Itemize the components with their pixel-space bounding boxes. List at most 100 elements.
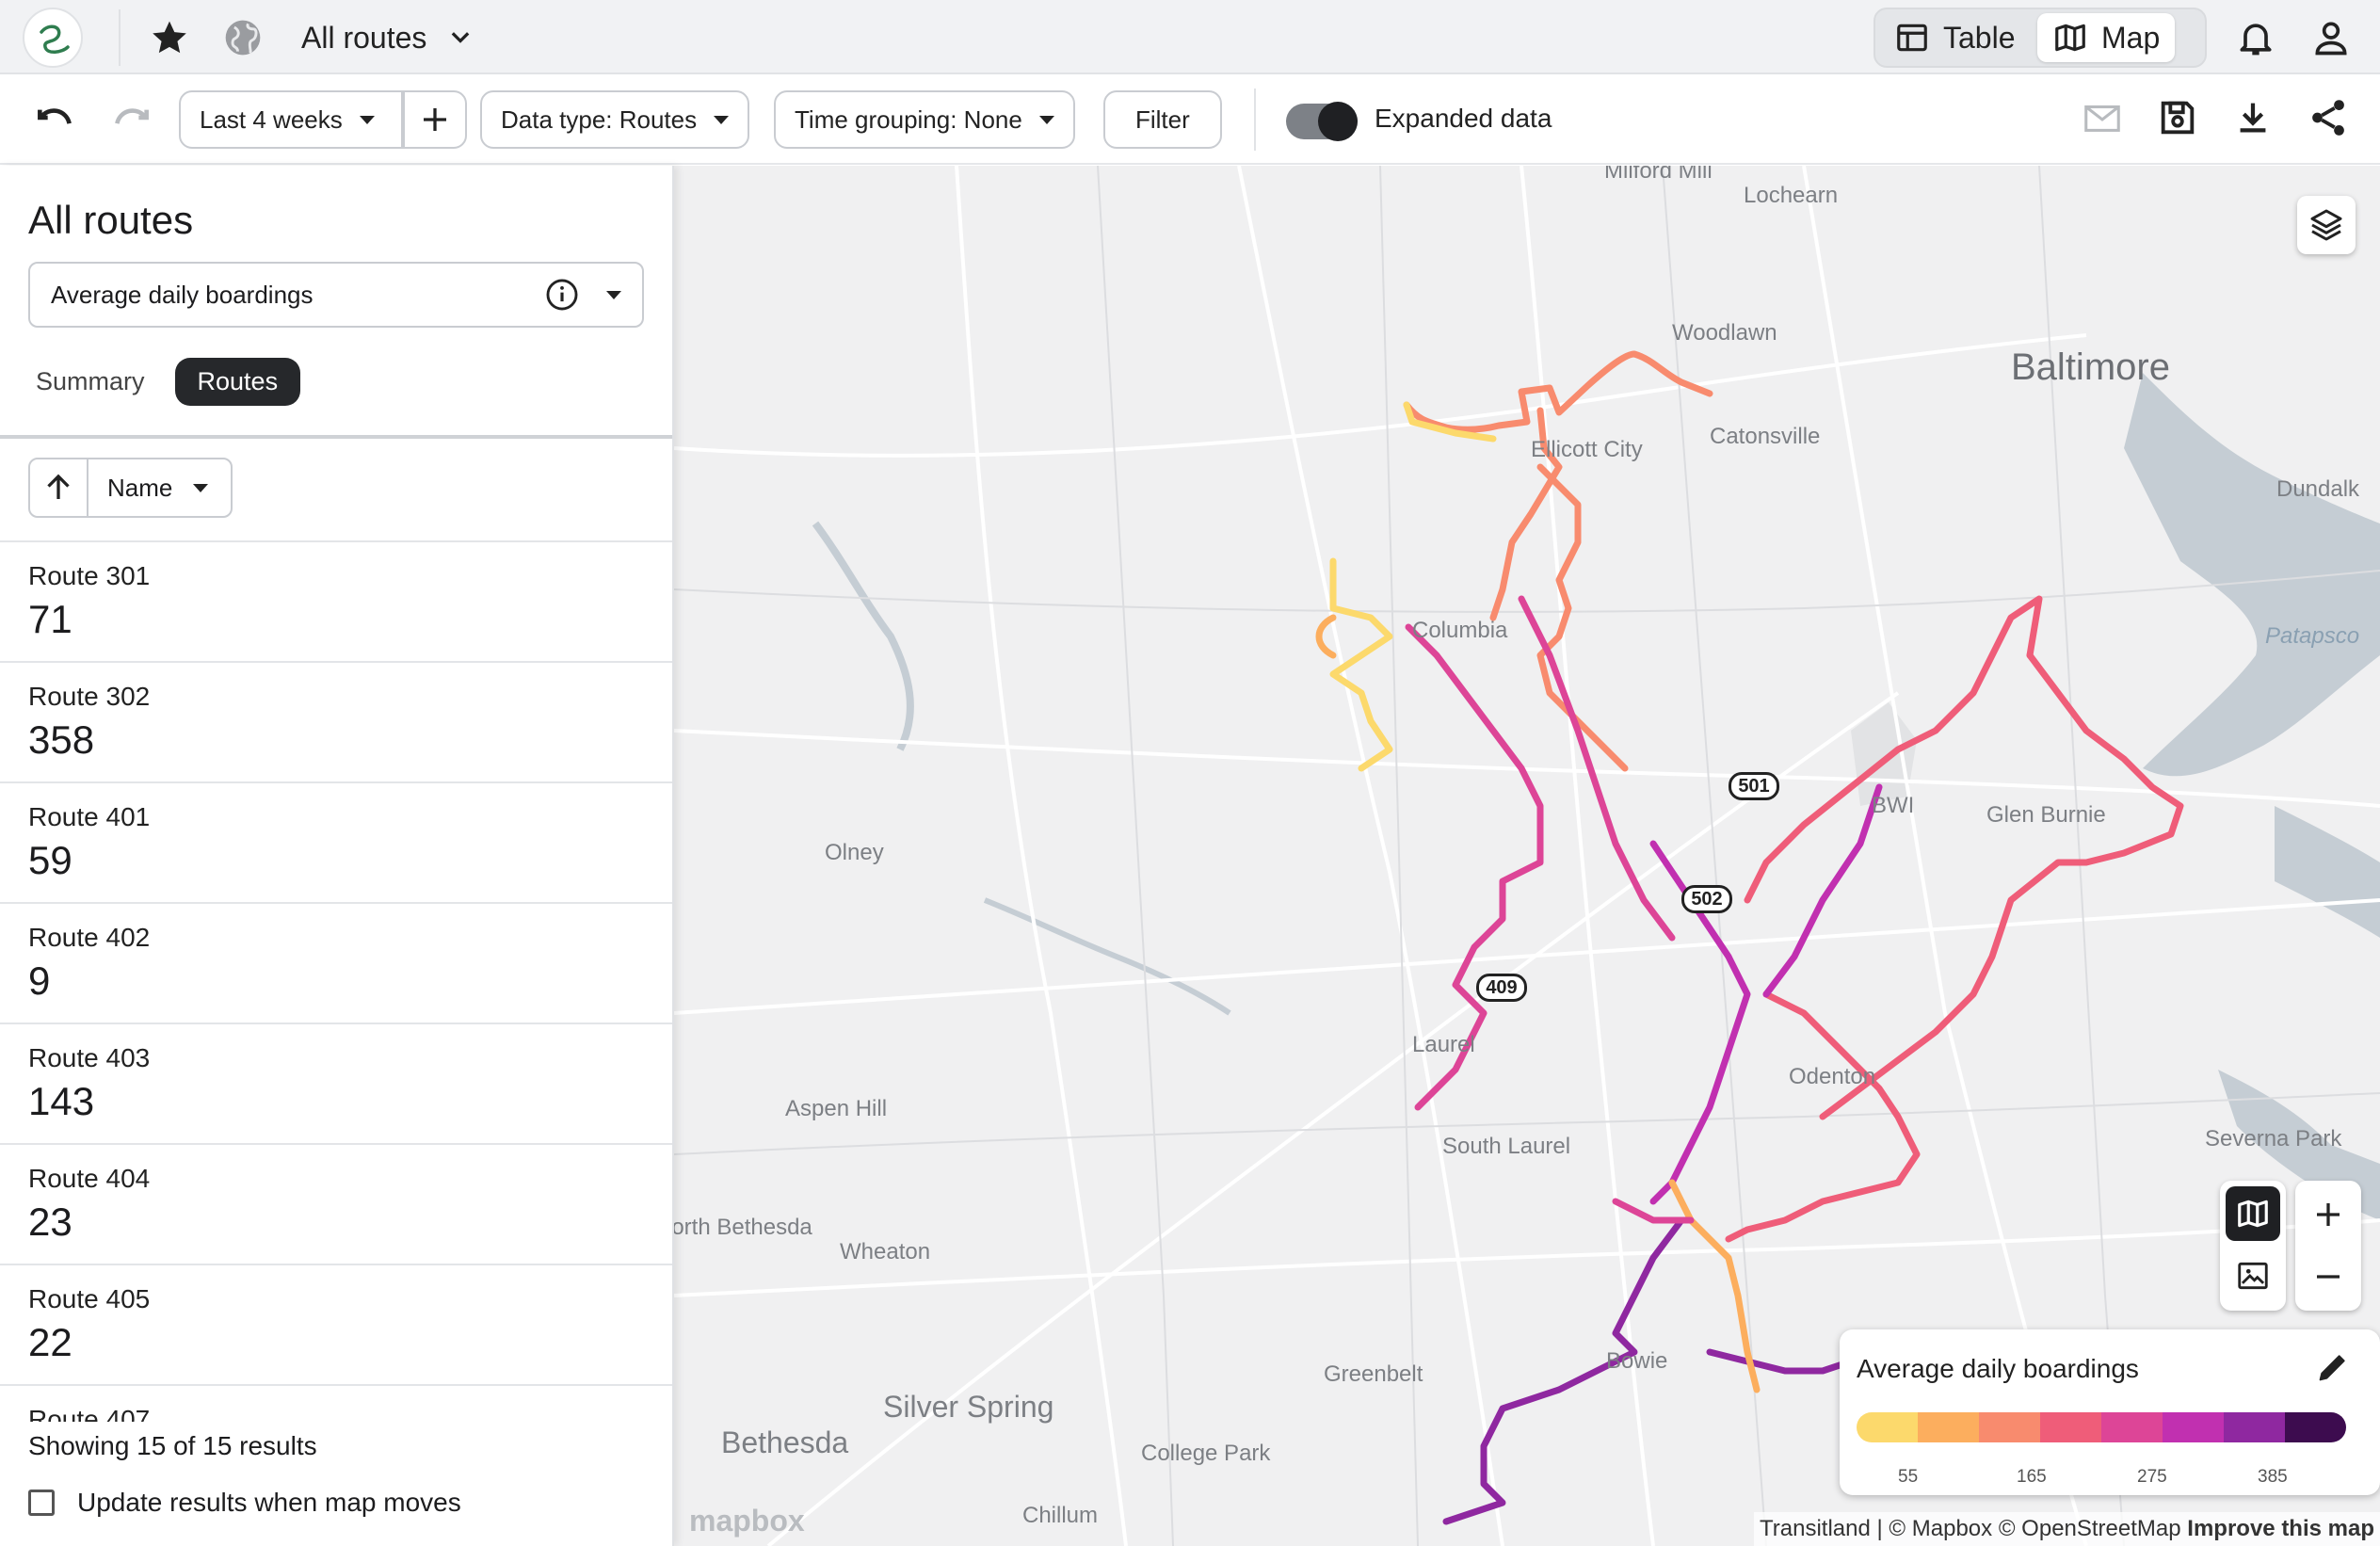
- map-label-ellicott-city: Ellicott City: [1531, 437, 1643, 462]
- undo-icon[interactable]: [32, 96, 79, 143]
- report-title: All routes: [301, 20, 427, 55]
- route-value: 71: [28, 597, 72, 641]
- time-grouping-dropdown[interactable]: Time grouping: None: [774, 90, 1075, 149]
- map-label-lochearn: Lochearn: [1744, 183, 1839, 208]
- route-name: Route 402: [28, 923, 151, 952]
- route-value: 23: [28, 1200, 72, 1244]
- data-type-dropdown[interactable]: Data type: Routes: [480, 90, 750, 149]
- favorite-star-icon[interactable]: [149, 17, 190, 58]
- add-date-range-button[interactable]: [403, 90, 467, 149]
- results-count: Showing 15 of 15 results: [28, 1431, 317, 1460]
- map-label-bethesda: Bethesda: [721, 1425, 849, 1459]
- map-attribution: Transitland | © Mapbox © OpenStreetMap I…: [1754, 1512, 2380, 1546]
- sort-control: Name: [28, 458, 233, 518]
- zoom-out-button[interactable]: [2295, 1245, 2361, 1309]
- map-label-patapsco: Patapsco: [2265, 623, 2360, 649]
- share-icon[interactable]: [2307, 96, 2354, 143]
- map-label-olney: Olney: [825, 840, 884, 865]
- legend-color-swatch: [2101, 1412, 2163, 1442]
- map-label-bowie: Bowie: [1606, 1348, 1668, 1374]
- download-icon[interactable]: [2231, 96, 2278, 143]
- report-title-dropdown[interactable]: All routes: [301, 15, 474, 60]
- map-label-aspen-hill: Aspen Hill: [785, 1096, 888, 1121]
- sort-field-dropdown[interactable]: Name: [88, 474, 231, 503]
- notifications-bell-icon[interactable]: [2235, 17, 2276, 63]
- email-icon[interactable]: [2081, 96, 2128, 143]
- layers-button[interactable]: [2297, 196, 2356, 254]
- update-on-move-checkbox[interactable]: Update results when map moves: [28, 1488, 461, 1518]
- redo-icon[interactable]: [107, 96, 154, 143]
- map-label-chillum: Chillum: [1022, 1503, 1099, 1528]
- filter-button[interactable]: Filter: [1103, 90, 1222, 149]
- legend-tick: 275: [2137, 1467, 2167, 1487]
- header-divider: [119, 9, 121, 66]
- metric-label: Average daily boardings: [51, 280, 314, 309]
- improve-map-link[interactable]: Improve this map: [2187, 1516, 2374, 1541]
- map-icon: [2238, 1200, 2268, 1228]
- map-label-greenbelt: Greenbelt: [1324, 1361, 1423, 1387]
- map-label-north-bethesda: North Bethesda: [674, 1215, 812, 1240]
- plus-icon: [424, 108, 446, 131]
- globe-icon[interactable]: [222, 17, 264, 58]
- legend-color-swatch: [2163, 1412, 2224, 1442]
- mapbox-logo[interactable]: mapbox: [689, 1504, 805, 1538]
- map-style-satellite-button[interactable]: [2226, 1248, 2280, 1303]
- legend-color-swatch: [1918, 1412, 1979, 1442]
- list-item[interactable]: Route 403 143: [0, 1023, 672, 1143]
- app-header: All routes Table Map: [0, 0, 2380, 74]
- map-legend: Average daily boardings 55 165 275 385: [1840, 1329, 2380, 1495]
- route-shield: 502: [1681, 885, 1732, 913]
- map-style-control: [2220, 1181, 2286, 1311]
- legend-color-swatch: [2040, 1412, 2101, 1442]
- legend-color-swatch: [2285, 1412, 2346, 1442]
- image-icon: [2238, 1262, 2268, 1290]
- legend-color-swatch: [2224, 1412, 2285, 1442]
- map-canvas[interactable]: Milford Mill Lochearn Woodlawn Baltimore…: [674, 166, 2380, 1546]
- account-icon[interactable]: [2310, 17, 2352, 63]
- map-label-baltimore: Baltimore: [2011, 346, 2170, 388]
- time-grouping-label: Time grouping: None: [795, 105, 1022, 134]
- map-label-dundalk: Dundalk: [2276, 476, 2360, 502]
- map-label-laurel: Laurel: [1412, 1032, 1475, 1057]
- legend-color-swatch: [1979, 1412, 2040, 1442]
- app-logo[interactable]: [23, 8, 83, 68]
- checkbox-icon: [28, 1490, 55, 1516]
- list-item[interactable]: Route 302 358: [0, 661, 672, 781]
- map-style-streets-button[interactable]: [2226, 1186, 2280, 1241]
- filter-label: Filter: [1135, 105, 1190, 134]
- caret-down-icon: [359, 115, 375, 124]
- sort-direction-button[interactable]: [30, 459, 88, 516]
- info-icon[interactable]: [544, 277, 580, 313]
- attribution-text[interactable]: Transitland | © Mapbox © OpenStreetMap: [1760, 1516, 2181, 1541]
- map-view-label: Map: [2101, 20, 2161, 55]
- tab-routes[interactable]: Routes: [174, 358, 301, 406]
- layers-icon: [2310, 209, 2342, 241]
- toolbar: Last 4 weeks Data type: Routes Time grou…: [0, 75, 2380, 165]
- expanded-data-toggle[interactable]: [1286, 102, 1358, 141]
- map-label-south-laurel: South Laurel: [1442, 1134, 1571, 1159]
- save-icon[interactable]: [2156, 96, 2203, 143]
- list-item[interactable]: Route 402 9: [0, 902, 672, 1023]
- route-shield: 501: [1729, 772, 1779, 800]
- metric-dropdown[interactable]: Average daily boardings: [28, 262, 644, 328]
- map-view-button[interactable]: Map: [2037, 13, 2176, 62]
- list-item[interactable]: Route 405 22: [0, 1264, 672, 1384]
- zoom-in-button[interactable]: [2295, 1183, 2361, 1247]
- legend-title: Average daily boardings: [1857, 1354, 2139, 1383]
- edit-legend-button[interactable]: [2314, 1348, 2352, 1391]
- date-range-label: Last 4 weeks: [200, 105, 343, 134]
- legend-color-scale: [1857, 1412, 2346, 1442]
- route-value: 59: [28, 838, 72, 882]
- table-view-label: Table: [1943, 20, 2016, 55]
- plus-icon: [2317, 1203, 2340, 1226]
- list-item[interactable]: Route 404 23: [0, 1143, 672, 1264]
- route-list: Route 301 71 Route 302 358 Route 401 59 Rou…: [0, 540, 672, 1505]
- tab-summary[interactable]: Summary: [28, 358, 153, 406]
- map-label-odenton: Odenton: [1789, 1064, 1876, 1089]
- list-item[interactable]: Route 401 59: [0, 781, 672, 902]
- zoom-control: [2295, 1181, 2361, 1311]
- table-view-button[interactable]: Table: [1879, 13, 2031, 62]
- date-range-dropdown[interactable]: Last 4 weeks: [179, 90, 403, 149]
- list-item[interactable]: Route 301 71: [0, 540, 672, 661]
- sort-field-label: Name: [107, 473, 173, 502]
